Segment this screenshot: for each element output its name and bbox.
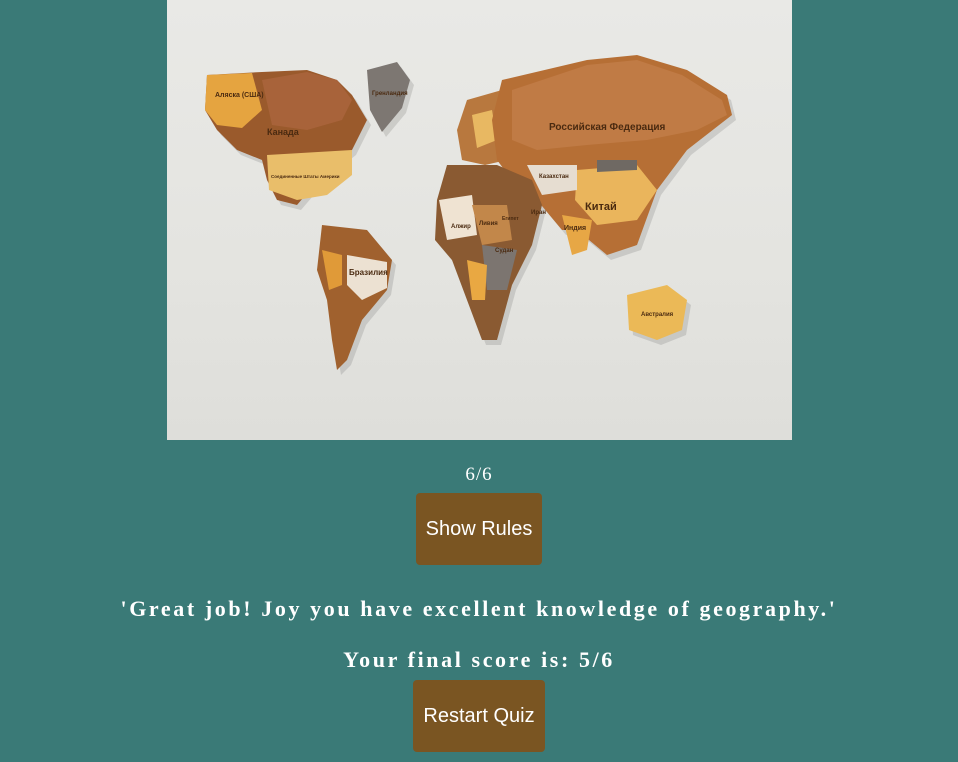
label-iran: Иран: [531, 210, 546, 216]
label-sudan: Судан: [495, 248, 514, 254]
restart-quiz-button[interactable]: Restart Quiz: [413, 680, 545, 752]
result-message: 'Great job! Joy you have excellent knowl…: [120, 596, 838, 621]
label-libya: Ливия: [479, 221, 498, 227]
final-score: Your final score is: 5/6: [343, 647, 615, 672]
label-china: Китай: [585, 201, 617, 213]
label-greenland: Гренландия: [372, 91, 408, 97]
label-brazil: Бразилия: [349, 268, 388, 277]
label-india: Индия: [564, 225, 586, 232]
label-alaska: Аляска (США): [215, 92, 264, 99]
label-canada: Канада: [267, 127, 300, 137]
world-map-illustration: Аляска (США) Канада Гренландия Соединенн…: [205, 55, 736, 375]
show-rules-button[interactable]: Show Rules: [416, 493, 542, 565]
greenland-shape: [367, 62, 410, 132]
label-kazakhstan: Казахстан: [539, 174, 569, 180]
label-russia: Российская Федерация: [549, 122, 666, 133]
label-egypt: Египет: [502, 216, 519, 222]
world-map-image: Аляска (США) Канада Гренландия Соединенн…: [167, 0, 792, 440]
label-australia: Австралия: [641, 312, 674, 318]
question-progress: 6/6: [465, 464, 493, 485]
label-algeria: Алжир: [451, 224, 471, 230]
label-usa: Соединенные Штаты Америки: [271, 174, 340, 179]
